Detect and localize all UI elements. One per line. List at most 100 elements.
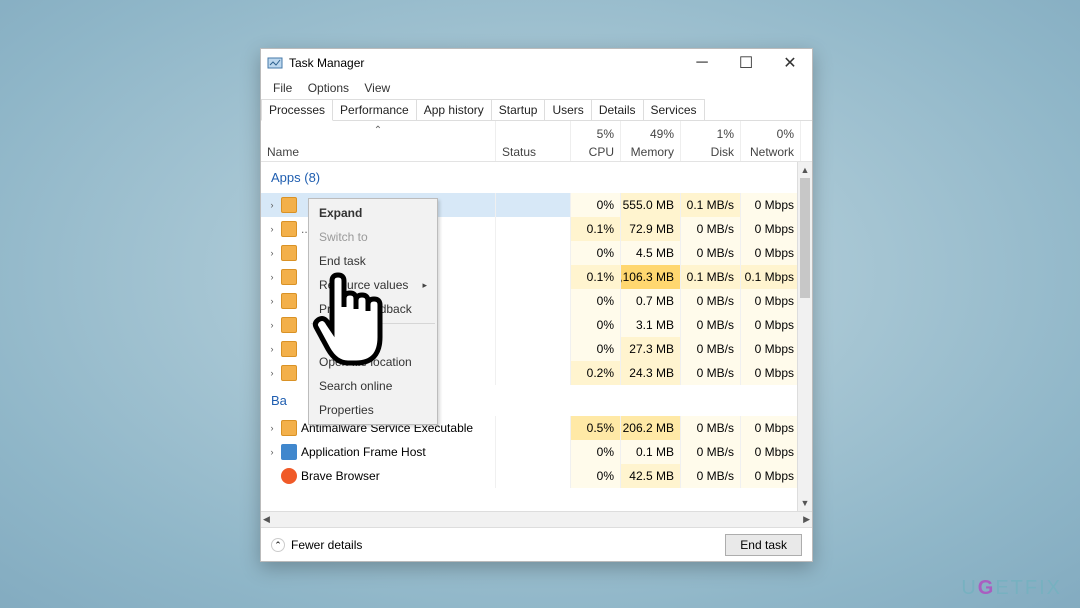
process-icon <box>281 365 297 381</box>
network-cell: 0.1 Mbps <box>741 265 801 289</box>
menu-bar: File Options View <box>261 77 812 99</box>
col-status-top <box>496 121 571 143</box>
scroll-down-icon[interactable]: ▼ <box>798 495 812 511</box>
context-menu-item: Switch to <box>309 225 437 249</box>
disk-cell: 0 MB/s <box>681 416 741 440</box>
context-menu-item[interactable]: End task <box>309 249 437 273</box>
col-status-label[interactable]: Status <box>496 143 571 161</box>
memory-cell: 27.3 MB <box>621 337 681 361</box>
horizontal-scrollbar[interactable]: ◀ ▶ <box>261 511 812 527</box>
menu-file[interactable]: File <box>267 79 298 97</box>
scroll-up-icon[interactable]: ▲ <box>798 162 812 178</box>
expand-icon[interactable]: › <box>267 200 277 210</box>
memory-cell: 0.1 MB <box>621 440 681 464</box>
tab-users[interactable]: Users <box>545 99 591 120</box>
status-cell <box>496 193 571 217</box>
menu-view[interactable]: View <box>358 79 396 97</box>
cpu-cell: 0% <box>571 464 621 488</box>
cpu-cell: 0% <box>571 241 621 265</box>
context-menu-item[interactable]: Resource values▸ <box>309 273 437 297</box>
window-title: Task Manager <box>289 56 364 70</box>
col-disk-label[interactable]: Disk <box>681 143 741 161</box>
end-task-button[interactable]: End task <box>725 534 802 556</box>
cpu-cell: 0.1% <box>571 217 621 241</box>
disk-cell: 0 MB/s <box>681 337 741 361</box>
context-menu-item: Go <box>309 326 437 350</box>
context-menu-item[interactable]: Open file location <box>309 350 437 374</box>
scroll-thumb[interactable] <box>800 178 810 298</box>
col-name-label[interactable]: Name <box>261 143 496 161</box>
table-row[interactable]: › Application Frame Host 0% 0.1 MB 0 MB/… <box>261 440 812 464</box>
col-name[interactable]: ⌃ <box>261 121 496 143</box>
expand-icon[interactable]: › <box>267 248 277 258</box>
disk-cell: 0 MB/s <box>681 361 741 385</box>
fewer-details[interactable]: ⌃ Fewer details <box>271 538 362 552</box>
process-icon <box>281 293 297 309</box>
disk-pct: 1% <box>681 121 741 143</box>
tab-performance[interactable]: Performance <box>333 99 417 120</box>
scroll-left-icon[interactable]: ◀ <box>263 514 270 525</box>
memory-cell: 206.2 MB <box>621 416 681 440</box>
footer: ⌃ Fewer details End task <box>261 527 812 561</box>
expand-icon[interactable]: › <box>267 320 277 330</box>
cpu-pct: 5% <box>571 121 621 143</box>
disk-cell: 0 MB/s <box>681 440 741 464</box>
col-memory-label[interactable]: Memory <box>621 143 681 161</box>
status-cell <box>496 217 571 241</box>
context-menu: ExpandSwitch toEnd taskResource values▸P… <box>308 198 438 425</box>
scroll-right-icon[interactable]: ▶ <box>803 514 810 525</box>
expand-icon[interactable]: › <box>267 368 277 378</box>
window-controls: ─ ☐ ✕ <box>680 49 812 77</box>
network-cell: 0 Mbps <box>741 337 801 361</box>
tab-services[interactable]: Services <box>644 99 705 120</box>
process-icon <box>281 317 297 333</box>
context-menu-item[interactable]: Expand <box>309 201 437 225</box>
network-cell: 0 Mbps <box>741 289 801 313</box>
context-menu-item[interactable]: Properties <box>309 398 437 422</box>
disk-cell: 0 MB/s <box>681 313 741 337</box>
submenu-arrow-icon: ▸ <box>422 280 427 291</box>
network-cell: 0 Mbps <box>741 241 801 265</box>
context-menu-item[interactable]: Provide feedback <box>309 297 437 321</box>
minimize-button[interactable]: ─ <box>680 49 724 77</box>
col-cpu-label[interactable]: CPU <box>571 143 621 161</box>
expand-icon[interactable]: › <box>267 344 277 354</box>
status-cell <box>496 241 571 265</box>
tab-processes[interactable]: Processes <box>261 99 333 121</box>
vertical-scrollbar[interactable]: ▲ ▼ <box>797 162 812 511</box>
process-icon <box>281 269 297 285</box>
tab-startup[interactable]: Startup <box>492 99 546 120</box>
network-pct: 0% <box>741 121 801 143</box>
expand-icon[interactable]: › <box>267 224 277 234</box>
process-icon <box>281 468 297 484</box>
fewer-details-label: Fewer details <box>291 538 362 552</box>
tab-app-history[interactable]: App history <box>417 99 492 120</box>
table-row[interactable]: › Brave Browser 0% 42.5 MB 0 MB/s 0 Mbps <box>261 464 812 488</box>
process-icon <box>281 444 297 460</box>
status-cell <box>496 289 571 313</box>
tab-details[interactable]: Details <box>592 99 644 120</box>
expand-icon[interactable]: › <box>267 423 277 433</box>
status-cell <box>496 313 571 337</box>
tab-strip: Processes Performance App history Startu… <box>261 99 812 121</box>
network-cell: 0 Mbps <box>741 416 801 440</box>
status-cell <box>496 361 571 385</box>
maximize-button[interactable]: ☐ <box>724 49 768 77</box>
context-menu-item[interactable]: Search online <box>309 374 437 398</box>
close-button[interactable]: ✕ <box>768 49 812 77</box>
disk-cell: 0.1 MB/s <box>681 265 741 289</box>
memory-cell: 3.1 MB <box>621 313 681 337</box>
col-network-label[interactable]: Network <box>741 143 801 161</box>
expand-icon[interactable]: › <box>267 296 277 306</box>
expand-icon[interactable]: › <box>267 272 277 282</box>
menu-options[interactable]: Options <box>302 79 355 97</box>
memory-cell: 4.5 MB <box>621 241 681 265</box>
process-icon <box>281 341 297 357</box>
status-cell <box>496 265 571 289</box>
network-cell: 0 Mbps <box>741 361 801 385</box>
network-cell: 0 Mbps <box>741 440 801 464</box>
cpu-cell: 0% <box>571 337 621 361</box>
expand-icon[interactable]: › <box>267 447 277 457</box>
cpu-cell: 0% <box>571 440 621 464</box>
disk-cell: 0 MB/s <box>681 241 741 265</box>
